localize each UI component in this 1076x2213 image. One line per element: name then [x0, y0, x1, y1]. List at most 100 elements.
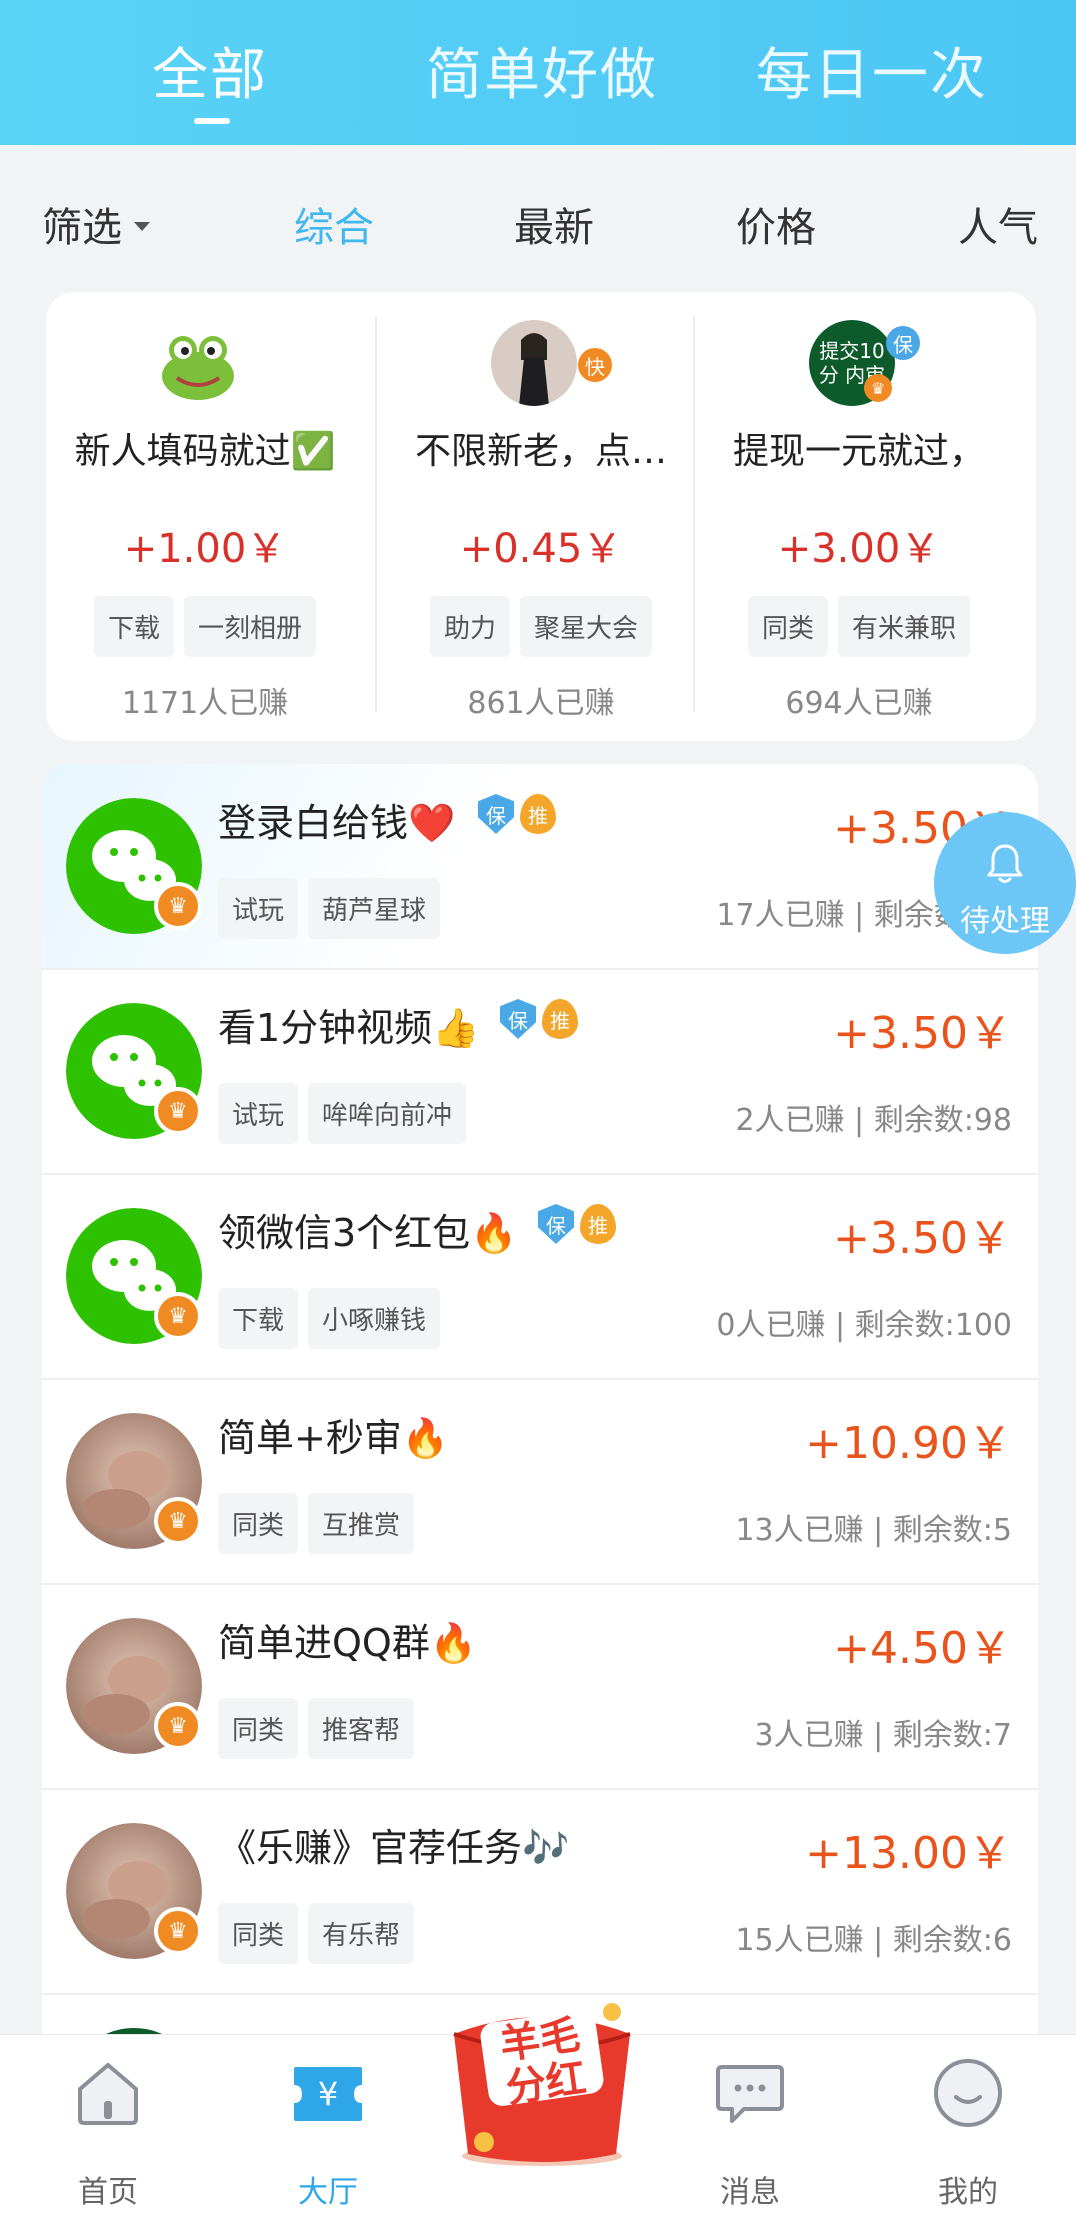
task-type-tag: 同类 [218, 1903, 299, 1964]
crown-icon: ♛ [154, 882, 202, 930]
ticket-icon: ¥ [294, 2067, 362, 2121]
crown-icon: ♛ [154, 1292, 202, 1340]
featured-price: +3.00￥ [777, 526, 941, 572]
crown-icon: ♛ [154, 1702, 202, 1750]
earned-count: 1171人已赚 [121, 686, 289, 721]
task-type-tag: 下载 [93, 596, 174, 657]
task-row[interactable]: ♛ 看1分钟视频👍 保 推 +3.50￥ 试玩 哞哞向前冲 2人已赚 | 剩余数… [42, 969, 1038, 1175]
recommend-badge: 推 [542, 999, 578, 1039]
dividend-label: 羊毛分红 [497, 2011, 589, 2113]
task-stats: 15人已赚 | 剩余数:6 [735, 1923, 1012, 1958]
task-row[interactable]: ♛ 登录白给钱❤️ 保 推 +3.50￥ 试玩 葫芦星球 17人已赚 | 剩余数… [42, 764, 1038, 970]
task-row[interactable]: ♛ 领微信3个红包🔥 保 推 +3.50￥ 下载 小啄赚钱 0人已赚 | 剩余数… [42, 1174, 1038, 1380]
task-title: 简单进QQ群🔥 [218, 1621, 478, 1665]
frog-avatar [155, 320, 241, 406]
earned-count: 694人已赚 [785, 686, 933, 721]
publisher-tag: 聚星大会 [520, 596, 653, 657]
filter-bar: 筛选 综合 最新 价格 人气 [0, 145, 1076, 291]
nav-label: 消息 [720, 2175, 780, 2210]
task-row[interactable]: ♛ 简单+秒审🔥 +10.90￥ 同类 互推赏 13人已赚 | 剩余数:5 [42, 1379, 1038, 1585]
publisher-tag: 有乐帮 [308, 1903, 415, 1964]
crown-icon: ♛ [154, 1497, 202, 1545]
crown-icon: ♛ [154, 1087, 202, 1135]
featured-price: +0.45￥ [459, 526, 623, 572]
publisher-tag: 互推赏 [308, 1493, 415, 1554]
svg-text:¥: ¥ [318, 2075, 338, 2113]
task-price: +4.50￥ [833, 1623, 1012, 1674]
guarantee-badge: 保 [538, 1204, 574, 1244]
task-type-tag: 同类 [747, 596, 828, 657]
task-title: 看1分钟视频👍 [218, 1006, 480, 1050]
task-row[interactable]: ♛ 简单进QQ群🔥 +4.50￥ 同类 推客帮 3人已赚 | 剩余数:7 [42, 1584, 1038, 1790]
publisher-tag: 有米兼职 [838, 596, 971, 657]
nav-label: 大厅 [298, 2175, 358, 2210]
publisher-tag: 葫芦星球 [308, 878, 441, 939]
task-type-tag: 助力 [429, 596, 510, 657]
sort-latest[interactable]: 最新 [514, 195, 594, 253]
guarantee-badge: 保 [886, 326, 920, 360]
crown-icon: ♛ [154, 1907, 202, 1955]
featured-title: 不限新老，点… [414, 431, 667, 472]
divider [693, 316, 695, 712]
tab-daily[interactable]: 每日一次 [756, 30, 988, 111]
earned-count: 861人已赚 [467, 686, 615, 721]
active-tab-indicator [194, 118, 230, 124]
task-price: +3.50￥ [833, 1008, 1012, 1059]
sort-popularity[interactable]: 人气 [958, 195, 1038, 253]
tab-simple[interactable]: 简单好做 [426, 30, 658, 111]
publisher-tag: 小啄赚钱 [308, 1288, 441, 1349]
guarantee-badge: 保 [478, 794, 514, 834]
pending-label: 待处理 [960, 904, 1050, 939]
dividend-red-envelope-button[interactable]: 羊毛分红 [444, 1994, 640, 2170]
task-title: 简单+秒审🔥 [218, 1416, 450, 1460]
user-photo-avatar [491, 320, 577, 406]
task-title: 《乐赚》官荐任务🎶 [218, 1826, 570, 1870]
task-stats: 3人已赚 | 剩余数:7 [754, 1718, 1012, 1753]
tab-all[interactable]: 全部 [152, 30, 268, 111]
task-title: 领微信3个红包🔥 [218, 1211, 518, 1255]
caret-down-icon [134, 221, 150, 231]
task-type-tag: 同类 [218, 1698, 299, 1759]
recommend-badge: 推 [520, 794, 556, 834]
featured-task[interactable]: 新人填码就过✅ +1.00￥ 下载 一刻相册 1171人已赚 [46, 312, 364, 721]
task-type-tag: 试玩 [218, 878, 299, 939]
nav-label: 首页 [78, 2175, 138, 2210]
task-type-tag: 同类 [218, 1493, 299, 1554]
bell-icon [987, 844, 1023, 883]
task-price: +10.90￥ [805, 1418, 1012, 1469]
task-price: +13.00￥ [805, 1828, 1012, 1879]
crown-icon: ♛ [864, 374, 892, 402]
recommend-badge: 推 [580, 1204, 616, 1244]
task-row[interactable]: ♛ 《乐赚》官荐任务🎶 +13.00￥ 同类 有乐帮 15人已赚 | 剩余数:6 [42, 1789, 1038, 1995]
message-icon [716, 2065, 784, 2123]
task-list: ♛ 登录白给钱❤️ 保 推 +3.50￥ 试玩 葫芦星球 17人已赚 | 剩余数… [42, 764, 1038, 2034]
home-icon [78, 2063, 138, 2125]
featured-task[interactable]: 提交10分 内审 保 ♛ 提现一元就过， +3.00￥ 同类 有米兼职 694人… [700, 312, 1018, 721]
nav-label: 我的 [938, 2175, 998, 2210]
sort-price[interactable]: 价格 [736, 195, 816, 253]
top-tab-bar: 全部 简单好做 每日一次 [0, 0, 1076, 145]
featured-task[interactable]: 快 不限新老，点… +0.45￥ 助力 聚星大会 861人已赚 [382, 312, 700, 721]
publisher-tag: 推客帮 [308, 1698, 415, 1759]
publisher-tag: 一刻相册 [184, 596, 317, 657]
divider [375, 316, 377, 712]
guarantee-badge: 保 [500, 999, 536, 1039]
featured-price: +1.00￥ [123, 526, 287, 572]
task-stats: 0人已赚 | 剩余数:100 [716, 1308, 1012, 1343]
pending-button[interactable]: 待处理 [934, 812, 1076, 954]
featured-tasks-card: 新人填码就过✅ +1.00￥ 下载 一刻相册 1171人已赚 快 不限新老，点…… [46, 292, 1036, 741]
task-price: +3.50￥ [833, 1213, 1012, 1264]
publisher-tag: 哞哞向前冲 [308, 1083, 467, 1144]
filter-label: 筛选 [42, 205, 122, 251]
sort-comprehensive[interactable]: 综合 [294, 195, 374, 253]
task-stats: 2人已赚 | 剩余数:98 [735, 1103, 1012, 1138]
task-stats: 13人已赚 | 剩余数:5 [735, 1513, 1012, 1548]
task-type-tag: 下载 [218, 1288, 299, 1349]
profile-icon [934, 2059, 1002, 2127]
filter-dropdown[interactable]: 筛选 [42, 195, 150, 253]
task-title: 登录白给钱❤️ [218, 801, 456, 845]
featured-title: 提现一元就过， [732, 431, 985, 472]
fast-badge: 快 [578, 348, 612, 382]
featured-title: 新人填码就过✅ [74, 431, 336, 472]
task-type-tag: 试玩 [218, 1083, 299, 1144]
